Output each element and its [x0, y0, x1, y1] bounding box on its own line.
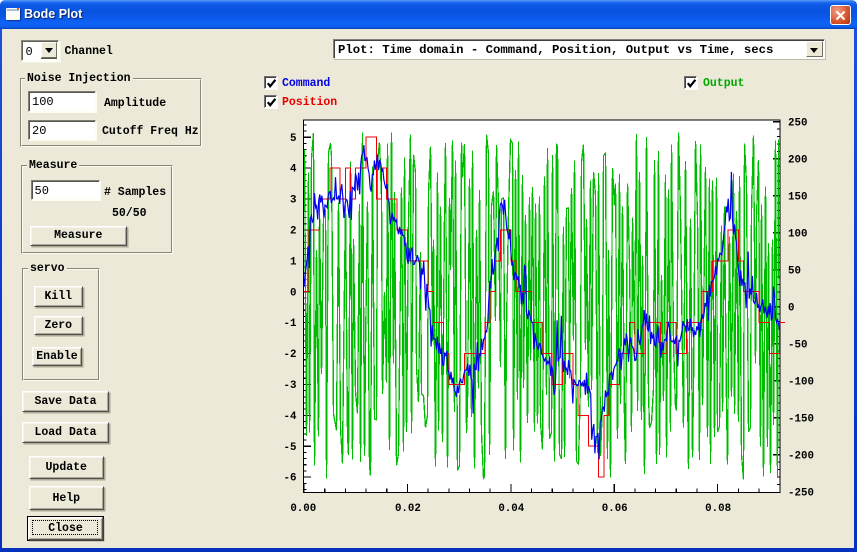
- svg-text:-4: -4: [284, 411, 297, 423]
- svg-text:-2: -2: [284, 349, 297, 361]
- svg-text:-100: -100: [788, 376, 814, 388]
- svg-text:-150: -150: [788, 413, 814, 425]
- svg-text:200: 200: [788, 154, 807, 166]
- svg-text:4: 4: [290, 164, 297, 176]
- svg-text:-200: -200: [788, 450, 814, 462]
- svg-text:-5: -5: [284, 442, 297, 454]
- svg-text:100: 100: [788, 228, 807, 240]
- svg-text:-6: -6: [284, 473, 297, 485]
- svg-text:250: 250: [788, 117, 807, 129]
- svg-text:0: 0: [788, 302, 794, 314]
- svg-text:0.04: 0.04: [498, 503, 524, 515]
- svg-text:2: 2: [290, 226, 296, 238]
- svg-text:3: 3: [290, 195, 296, 207]
- svg-text:1: 1: [290, 256, 297, 268]
- svg-text:-1: -1: [284, 318, 297, 330]
- svg-text:0.06: 0.06: [602, 503, 628, 515]
- svg-text:0.02: 0.02: [395, 503, 421, 515]
- svg-text:50: 50: [788, 265, 801, 277]
- svg-text:0.00: 0.00: [290, 503, 316, 515]
- svg-text:-50: -50: [788, 339, 807, 351]
- svg-text:-250: -250: [788, 487, 814, 499]
- svg-text:5: 5: [290, 133, 296, 145]
- svg-text:0: 0: [290, 287, 296, 299]
- svg-text:0.08: 0.08: [705, 503, 731, 515]
- svg-text:150: 150: [788, 191, 807, 203]
- svg-text:-3: -3: [284, 380, 297, 392]
